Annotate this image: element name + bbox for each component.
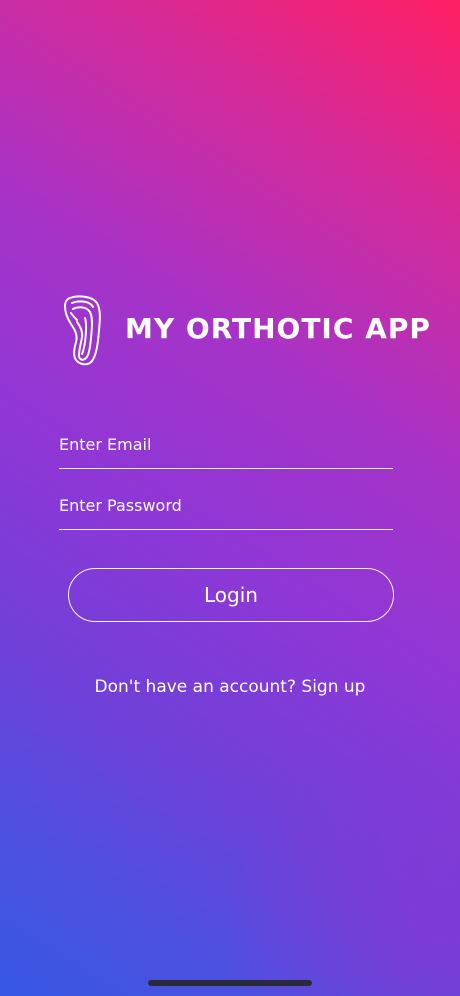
signup-prompt-row: Don't have an account? Sign up [0, 677, 460, 697]
home-indicator[interactable] [148, 980, 312, 986]
password-input[interactable] [59, 496, 393, 515]
login-button[interactable]: Login [68, 568, 394, 622]
email-input[interactable] [59, 435, 393, 454]
email-field[interactable] [59, 424, 393, 469]
foot-insole-icon [62, 294, 102, 366]
signup-link[interactable]: Sign up [301, 677, 365, 697]
app-name: MY ORTHOTIC APP [125, 312, 431, 345]
signup-prompt-text: Don't have an account? [94, 677, 296, 697]
password-field[interactable] [59, 485, 393, 530]
app-logo: MY ORTHOTIC APP [58, 294, 430, 368]
